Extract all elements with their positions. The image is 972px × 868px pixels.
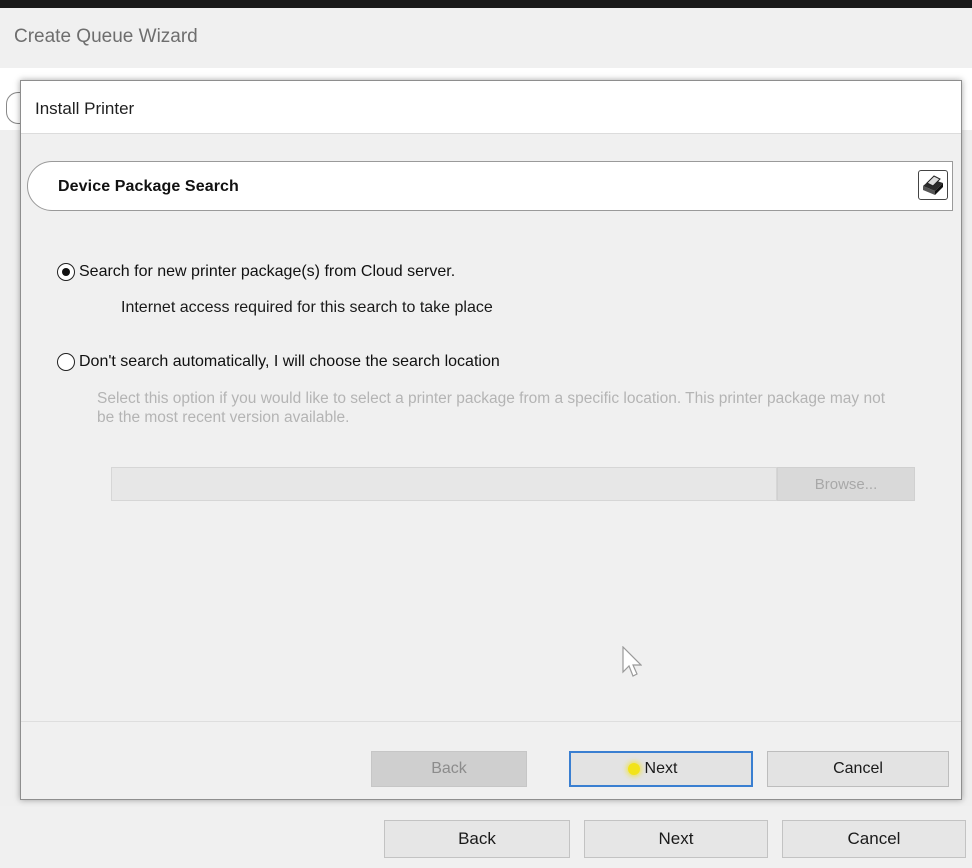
top-border xyxy=(0,0,972,8)
next-button[interactable]: Next xyxy=(569,751,753,787)
dialog-title-bar: Install Printer xyxy=(21,81,961,134)
install-printer-dialog: Install Printer Device Package Search Se… xyxy=(20,80,962,800)
mouse-cursor-icon xyxy=(622,645,643,680)
section-banner: Device Package Search xyxy=(27,161,953,211)
click-highlight-dot xyxy=(628,763,640,775)
option-manual-location[interactable]: Don't search automatically, I will choos… xyxy=(57,353,500,371)
dialog-title: Install Printer xyxy=(35,99,135,118)
cloud-search-radio[interactable] xyxy=(57,263,75,281)
manual-location-radio[interactable] xyxy=(57,353,75,371)
manual-location-label[interactable]: Don't search automatically, I will choos… xyxy=(79,353,500,371)
manual-location-description: Select this option if you would like to … xyxy=(97,390,886,426)
cancel-button[interactable]: Cancel xyxy=(767,751,949,787)
package-path-input[interactable] xyxy=(111,467,777,501)
outer-cancel-button[interactable]: Cancel xyxy=(782,820,966,858)
printer-icon xyxy=(918,170,948,200)
option-cloud-search[interactable]: Search for new printer package(s) from C… xyxy=(57,263,455,281)
section-title: Device Package Search xyxy=(58,178,239,195)
cloud-search-label[interactable]: Search for new printer package(s) from C… xyxy=(79,263,455,281)
cloud-search-sublabel: Internet access required for this search… xyxy=(121,299,493,316)
outer-next-button[interactable]: Next xyxy=(584,820,768,858)
footer-divider xyxy=(21,721,961,722)
outer-back-button[interactable]: Back xyxy=(384,820,570,858)
back-button[interactable]: Back xyxy=(371,751,527,787)
browse-button[interactable]: Browse... xyxy=(777,467,915,501)
outer-window-title: Create Queue Wizard xyxy=(14,26,198,47)
